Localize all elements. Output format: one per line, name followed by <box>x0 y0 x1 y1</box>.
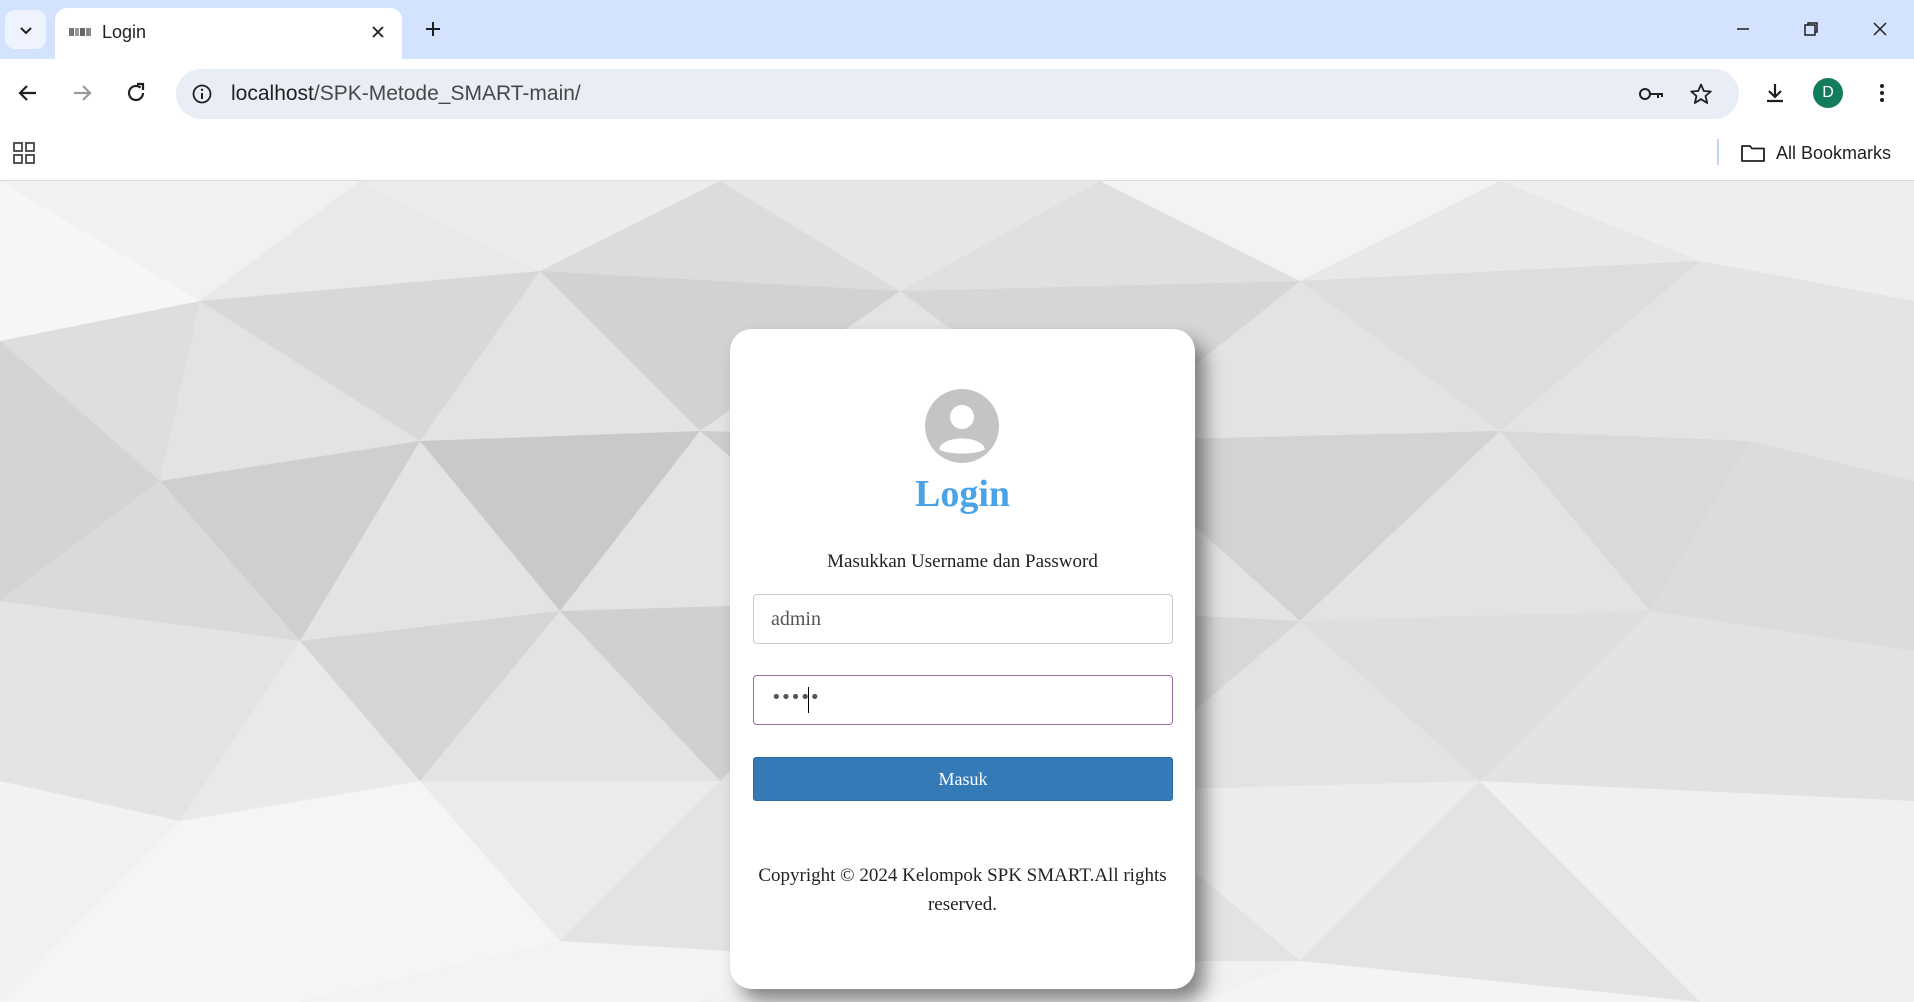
close-icon <box>372 26 384 38</box>
kebab-menu-icon <box>1880 84 1884 102</box>
profile-avatar[interactable]: D <box>1813 78 1843 108</box>
tab-strip: Login <box>0 0 1914 59</box>
downloads-button[interactable] <box>1755 73 1795 113</box>
close-tab-button[interactable] <box>365 19 391 45</box>
chevron-down-icon <box>19 26 32 34</box>
copyright-text: Copyright © 2024 Kelompok SPK SMART.All … <box>758 865 1167 915</box>
back-arrow-icon <box>18 85 36 101</box>
reload-button[interactable] <box>116 73 156 113</box>
page-favicon-icon <box>69 28 91 36</box>
download-icon <box>1767 84 1783 103</box>
browser-toolbar: localhost/SPK-Metode_SMART-main/ D <box>0 59 1914 129</box>
tab-search-button[interactable] <box>5 10 46 49</box>
address-bar[interactable]: localhost/SPK-Metode_SMART-main/ <box>176 69 1739 119</box>
forward-arrow-icon <box>74 85 92 101</box>
page-content: Login Masukkan Username dan Password •••… <box>0 181 1914 1002</box>
restore-icon <box>1804 22 1818 36</box>
close-window-button[interactable] <box>1850 8 1910 50</box>
all-bookmarks-label: All Bookmarks <box>1776 142 1892 163</box>
reload-icon <box>127 82 145 102</box>
browser-menu-button[interactable] <box>1862 73 1902 113</box>
text-caret <box>808 687 809 713</box>
minimize-button[interactable] <box>1713 8 1773 50</box>
active-tab[interactable]: Login <box>55 8 402 59</box>
new-tab-button[interactable] <box>418 14 448 44</box>
bookmarks-bar: All Bookmarks <box>0 129 1914 181</box>
bookmarks-divider <box>1717 139 1719 165</box>
url-host: localhost <box>231 82 314 105</box>
login-card: Login Masukkan Username dan Password •••… <box>730 329 1195 989</box>
url-text: localhost/SPK-Metode_SMART-main/ <box>231 82 581 106</box>
close-icon <box>1873 22 1887 36</box>
back-button[interactable] <box>8 73 48 113</box>
apps-button[interactable] <box>12 141 38 167</box>
user-avatar-icon <box>925 389 999 463</box>
restore-button[interactable] <box>1781 8 1841 50</box>
password-manager-button[interactable] <box>1637 79 1667 109</box>
login-subtitle: Masukkan Username dan Password <box>827 551 1098 572</box>
username-input[interactable] <box>753 594 1173 644</box>
login-submit-button[interactable]: Masuk <box>753 757 1173 801</box>
login-title: Login <box>914 473 1011 515</box>
plus-icon <box>426 22 440 36</box>
site-info-button[interactable] <box>188 80 216 108</box>
minimize-icon <box>1737 28 1749 30</box>
forward-button[interactable] <box>62 73 102 113</box>
url-path: /SPK-Metode_SMART-main/ <box>313 82 581 105</box>
folder-icon <box>1741 145 1765 162</box>
tab-title: Login <box>102 22 147 42</box>
info-icon <box>192 84 212 104</box>
password-masked-value: ••••• <box>771 687 820 708</box>
all-bookmarks-button[interactable]: All Bookmarks <box>1740 137 1891 169</box>
apps-grid-icon <box>13 142 35 164</box>
star-icon <box>1690 83 1712 104</box>
bookmark-star-button[interactable] <box>1686 79 1716 109</box>
key-icon <box>1639 88 1663 100</box>
